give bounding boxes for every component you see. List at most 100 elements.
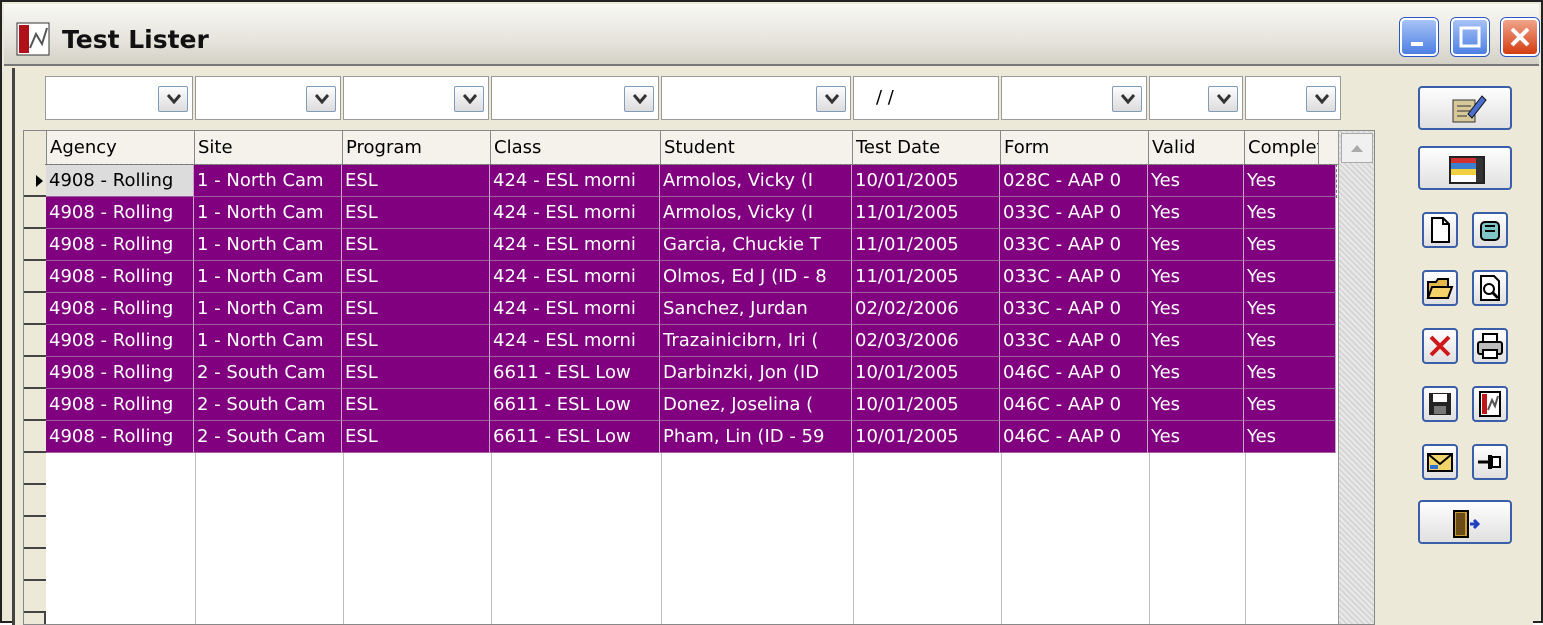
cell-valid[interactable]: Yes bbox=[1148, 165, 1244, 197]
cell-form[interactable]: 046C - AAP 0 bbox=[1000, 357, 1148, 389]
cell-site[interactable]: 1 - North Cam bbox=[194, 325, 342, 357]
cell-valid[interactable]: Yes bbox=[1148, 421, 1244, 453]
open-button[interactable] bbox=[1422, 270, 1458, 306]
cell-program[interactable]: ESL bbox=[342, 357, 490, 389]
cell-program[interactable]: ESL bbox=[342, 197, 490, 229]
column-header-complete[interactable]: Complete bbox=[1245, 131, 1319, 165]
report-button[interactable] bbox=[1472, 386, 1508, 422]
test-grid[interactable]: Agency Site Program Class Student Test D… bbox=[23, 130, 1375, 625]
cell-class[interactable]: 6611 - ESL Low bbox=[490, 389, 660, 421]
cell-complete[interactable]: Yes bbox=[1244, 421, 1336, 453]
dropdown-button[interactable] bbox=[1112, 86, 1142, 112]
cell-test-date[interactable]: 02/02/2006 bbox=[852, 293, 1000, 325]
cell-complete[interactable]: Yes bbox=[1244, 197, 1336, 229]
cell-program[interactable]: ESL bbox=[342, 229, 490, 261]
dropdown-button[interactable] bbox=[624, 86, 654, 112]
cell-complete[interactable]: Yes bbox=[1244, 293, 1336, 325]
cell-class[interactable]: 424 - ESL morni bbox=[490, 165, 660, 197]
table-row[interactable]: 4908 - Rolling 2 - South Cam ESL 6611 - ESL… bbox=[46, 421, 1336, 453]
row-selector[interactable] bbox=[24, 357, 46, 389]
cell-valid[interactable]: Yes bbox=[1148, 261, 1244, 293]
cell-agency[interactable]: 4908 - Rolling bbox=[46, 229, 194, 261]
cell-form[interactable]: 033C - AAP 0 bbox=[1000, 261, 1148, 293]
column-header-site[interactable]: Site bbox=[195, 131, 343, 165]
cell-site[interactable]: 2 - South Cam bbox=[194, 389, 342, 421]
cell-agency[interactable]: 4908 - Rolling bbox=[46, 293, 194, 325]
cell-site[interactable]: 2 - South Cam bbox=[194, 357, 342, 389]
cell-form[interactable]: 046C - AAP 0 bbox=[1000, 389, 1148, 421]
cell-form[interactable]: 033C - AAP 0 bbox=[1000, 197, 1148, 229]
cell-site[interactable]: 2 - South Cam bbox=[194, 421, 342, 453]
cell-agency[interactable]: 4908 - Rolling bbox=[46, 421, 194, 453]
cell-test-date[interactable]: 11/01/2005 bbox=[852, 261, 1000, 293]
cell-agency[interactable]: 4908 - Rolling bbox=[46, 389, 194, 421]
cell-valid[interactable]: Yes bbox=[1148, 389, 1244, 421]
print-button[interactable] bbox=[1472, 328, 1508, 364]
filter-complete[interactable] bbox=[1245, 76, 1341, 120]
column-header-valid[interactable]: Valid bbox=[1149, 131, 1245, 165]
row-selector[interactable] bbox=[24, 293, 46, 325]
row-selector[interactable] bbox=[24, 325, 46, 357]
delete-button[interactable] bbox=[1422, 328, 1458, 364]
cell-form[interactable]: 033C - AAP 0 bbox=[1000, 325, 1148, 357]
dropdown-button[interactable] bbox=[1306, 86, 1336, 112]
cell-valid[interactable]: Yes bbox=[1148, 229, 1244, 261]
cell-program[interactable]: ESL bbox=[342, 421, 490, 453]
test-date-input[interactable]: / / bbox=[876, 87, 894, 108]
new-button[interactable] bbox=[1422, 212, 1458, 248]
cell-form[interactable]: 033C - AAP 0 bbox=[1000, 293, 1148, 325]
table-row[interactable]: 4908 - Rolling 1 - North Cam ESL 424 - ESL … bbox=[46, 229, 1336, 261]
column-header-program[interactable]: Program bbox=[343, 131, 491, 165]
cell-test-date[interactable]: 10/01/2005 bbox=[852, 389, 1000, 421]
cell-test-date[interactable]: 10/01/2005 bbox=[852, 165, 1000, 197]
table-row[interactable]: 4908 - Rolling 1 - North Cam ESL 424 - ESL … bbox=[46, 261, 1336, 293]
cell-agency[interactable]: 4908 - Rolling bbox=[46, 197, 194, 229]
cell-test-date[interactable]: 11/01/2005 bbox=[852, 229, 1000, 261]
cell-student[interactable]: Donez, Joselina ( bbox=[660, 389, 852, 421]
row-selector[interactable] bbox=[24, 581, 46, 613]
filter-class[interactable] bbox=[491, 76, 659, 120]
cell-form[interactable]: 046C - AAP 0 bbox=[1000, 421, 1148, 453]
cell-student[interactable]: Olmos, Ed J (ID - 8 bbox=[660, 261, 852, 293]
cell-site[interactable]: 1 - North Cam bbox=[194, 229, 342, 261]
cell-class[interactable]: 424 - ESL morni bbox=[490, 197, 660, 229]
cell-agency[interactable]: 4908 - Rolling bbox=[46, 357, 194, 389]
row-selector[interactable] bbox=[24, 517, 46, 549]
minimize-button[interactable] bbox=[1400, 18, 1438, 56]
vertical-scrollbar[interactable] bbox=[1338, 131, 1374, 624]
preview-button[interactable] bbox=[1472, 270, 1508, 306]
dropdown-button[interactable] bbox=[816, 86, 846, 112]
table-row[interactable]: 4908 - Rolling 1 - North Cam ESL 424 - ESL … bbox=[45, 164, 1337, 198]
dropdown-button[interactable] bbox=[158, 86, 188, 112]
cell-program[interactable]: ESL bbox=[342, 389, 490, 421]
cell-class[interactable]: 424 - ESL morni bbox=[490, 293, 660, 325]
cell-agency[interactable]: 4908 - Rolling bbox=[46, 325, 194, 357]
edit-button[interactable] bbox=[1418, 86, 1512, 130]
cell-valid[interactable]: Yes bbox=[1148, 325, 1244, 357]
cell-program[interactable]: ESL bbox=[342, 293, 490, 325]
scroll-up-button[interactable] bbox=[1341, 133, 1373, 163]
table-row[interactable]: 4908 - Rolling 1 - North Cam ESL 424 - ESL … bbox=[46, 197, 1336, 229]
cell-program[interactable]: ESL bbox=[342, 165, 490, 197]
close-button[interactable] bbox=[1501, 18, 1539, 56]
filter-valid[interactable] bbox=[1149, 76, 1243, 120]
save-button[interactable] bbox=[1422, 386, 1458, 422]
exit-button[interactable] bbox=[1418, 500, 1512, 544]
column-header-student[interactable]: Student bbox=[661, 131, 853, 165]
row-selector[interactable] bbox=[24, 229, 46, 261]
cell-student[interactable]: Sanchez, Jurdan bbox=[660, 293, 852, 325]
pin-button[interactable] bbox=[1472, 444, 1508, 480]
cell-program[interactable]: ESL bbox=[342, 325, 490, 357]
dropdown-button[interactable] bbox=[306, 86, 336, 112]
table-row[interactable]: 4908 - Rolling 1 - North Cam ESL 424 - ESL … bbox=[46, 325, 1336, 357]
cell-test-date[interactable]: 02/03/2006 bbox=[852, 325, 1000, 357]
filter-agency[interactable] bbox=[45, 76, 193, 120]
cell-student[interactable]: Garcia, Chuckie T bbox=[660, 229, 852, 261]
cell-class[interactable]: 424 - ESL morni bbox=[490, 229, 660, 261]
column-header-form[interactable]: Form bbox=[1001, 131, 1149, 165]
row-selector[interactable] bbox=[24, 197, 46, 229]
cell-site[interactable]: 1 - North Cam bbox=[194, 197, 342, 229]
cell-class[interactable]: 424 - ESL morni bbox=[490, 325, 660, 357]
cell-valid[interactable]: Yes bbox=[1148, 197, 1244, 229]
cell-valid[interactable]: Yes bbox=[1148, 293, 1244, 325]
